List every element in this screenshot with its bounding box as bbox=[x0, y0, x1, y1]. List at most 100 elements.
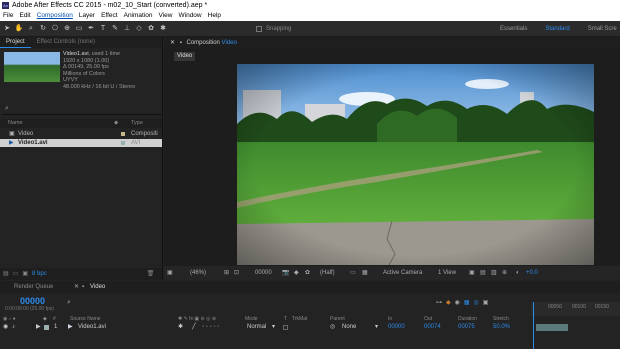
channel-icon[interactable]: ✿ bbox=[305, 266, 310, 280]
close-icon[interactable]: ✕ bbox=[74, 281, 79, 293]
menu-edit[interactable]: Edit bbox=[19, 11, 30, 21]
new-folder-icon[interactable]: ▭ bbox=[13, 268, 19, 280]
3d-view-dropdown[interactable]: Active Camera bbox=[383, 266, 422, 280]
audio-icon[interactable]: ♪ bbox=[12, 323, 15, 332]
layer-source-name[interactable]: Video1.avi bbox=[78, 323, 106, 332]
grid-icon[interactable]: ⊞ bbox=[224, 266, 229, 280]
timeline-current-time[interactable]: 00000 bbox=[20, 296, 45, 306]
column-in[interactable]: In bbox=[388, 315, 392, 323]
parent-pickwhip-icon[interactable]: ◎ bbox=[330, 323, 335, 332]
snapshot-icon[interactable]: 📷 bbox=[282, 266, 289, 280]
zoom-tool-icon[interactable]: ⌕ bbox=[26, 24, 36, 34]
hide-shy-layers-icon[interactable]: ◉ bbox=[455, 299, 460, 306]
video-visibility-icon[interactable]: ◉ bbox=[3, 323, 8, 332]
view-layout-dropdown[interactable]: 1 View bbox=[438, 266, 456, 280]
resolution-dropdown[interactable]: (Half) bbox=[320, 266, 335, 280]
composition-tab[interactable]: ✕ ▪ Composition Video bbox=[164, 37, 620, 49]
layer-switch-collapse-icon[interactable]: ✱ bbox=[178, 323, 183, 332]
camera-tool-icon[interactable]: ⎔ bbox=[50, 24, 60, 34]
comp-subtab-video[interactable]: Video bbox=[174, 52, 196, 61]
show-snapshot-icon[interactable]: ◆ bbox=[294, 266, 299, 280]
project-item-video-comp[interactable]: ▣ Video Compositi bbox=[0, 130, 162, 138]
layer-switch-boxes[interactable]: ▪ ▪ ▪ ▪ ▪ bbox=[202, 323, 219, 332]
snapping-checkbox[interactable] bbox=[256, 26, 262, 32]
layer-out-point[interactable]: 00074 bbox=[424, 323, 441, 332]
toggle-pixel-aspect-icon[interactable]: ▣ bbox=[469, 266, 475, 280]
rectangle-tool-icon[interactable]: ▭ bbox=[74, 24, 84, 34]
column-stretch[interactable]: Stretch bbox=[493, 315, 509, 323]
roto-brush-tool-icon[interactable]: ✿ bbox=[146, 24, 156, 34]
interpret-footage-icon[interactable]: ▤ bbox=[3, 268, 9, 280]
eraser-tool-icon[interactable]: ◇ bbox=[134, 24, 144, 34]
layer-switch-quality-icon[interactable]: ╱ bbox=[192, 323, 196, 332]
menu-window[interactable]: Window bbox=[179, 11, 202, 21]
frame-blending-icon[interactable]: ▦ bbox=[464, 299, 470, 306]
workspace-standard[interactable]: Standard bbox=[545, 21, 569, 37]
timeline-icon[interactable]: ▥ bbox=[491, 266, 497, 280]
tab-effect-controls[interactable]: Effect Controls (none) bbox=[31, 37, 101, 48]
comp-flowchart-icon[interactable]: ⊕ bbox=[502, 266, 507, 280]
column-parent[interactable]: Parent bbox=[330, 315, 345, 323]
tab-render-queue[interactable]: Render Queue bbox=[14, 281, 53, 293]
graph-editor-icon[interactable]: ▣ bbox=[483, 299, 489, 306]
project-search-input[interactable]: ⌕ bbox=[2, 105, 161, 115]
menu-animation[interactable]: Animation bbox=[124, 11, 153, 21]
bit-depth-button[interactable]: 8 bpc bbox=[32, 268, 47, 280]
menu-effect[interactable]: Effect bbox=[101, 11, 118, 21]
draft-3d-icon[interactable]: ◆ bbox=[446, 299, 451, 306]
selection-tool-icon[interactable]: ➤ bbox=[2, 24, 12, 34]
workspace-small-screen[interactable]: Small Scre bbox=[588, 21, 617, 37]
preserve-transparency-checkbox[interactable] bbox=[283, 325, 288, 330]
layer-duration-bar[interactable] bbox=[536, 324, 568, 331]
current-time-field[interactable]: 00000 bbox=[255, 266, 272, 280]
column-source-name[interactable]: Source Name bbox=[70, 315, 101, 323]
menu-help[interactable]: Help bbox=[208, 11, 221, 21]
composition-viewer[interactable] bbox=[237, 64, 594, 265]
snapping-toggle[interactable]: Snapping bbox=[256, 24, 291, 34]
always-preview-icon[interactable]: ▣ bbox=[167, 266, 173, 280]
magnification-dropdown[interactable]: (46%) bbox=[190, 266, 206, 280]
layer-in-point[interactable]: 00000 bbox=[388, 323, 405, 332]
region-of-interest-icon[interactable]: ▭ bbox=[350, 266, 356, 280]
menu-layer[interactable]: Layer bbox=[79, 11, 95, 21]
time-ruler[interactable]: 00050 00100 00150 bbox=[531, 302, 620, 316]
layer-parent-dropdown[interactable]: None bbox=[342, 323, 356, 332]
expand-layer-icon[interactable]: ▶ bbox=[36, 323, 41, 332]
column-name[interactable]: Name bbox=[8, 119, 23, 128]
safe-zones-icon[interactable]: ⊡ bbox=[234, 266, 239, 280]
tab-project[interactable]: Project bbox=[0, 37, 31, 48]
exposure-value[interactable]: +0.0 bbox=[526, 266, 538, 280]
comp-mini-flowchart-icon[interactable]: ⊶ bbox=[436, 299, 442, 306]
transparency-grid-icon[interactable]: ▦ bbox=[362, 266, 368, 280]
menu-view[interactable]: View bbox=[159, 11, 173, 21]
column-type[interactable]: Type bbox=[131, 119, 143, 128]
menu-composition[interactable]: Composition bbox=[37, 11, 73, 21]
brush-tool-icon[interactable]: ✎ bbox=[110, 24, 120, 34]
column-trkmat[interactable]: TrkMat bbox=[292, 315, 307, 323]
project-item-video1-avi[interactable]: ▶ Video1.avi AVI bbox=[0, 139, 162, 147]
exposure-icon[interactable]: ◐ bbox=[516, 266, 520, 280]
layer-stretch[interactable]: 50.0% bbox=[493, 323, 510, 332]
menu-file[interactable]: File bbox=[3, 11, 13, 21]
layer-mode-dropdown[interactable]: Normal bbox=[247, 323, 266, 332]
close-icon[interactable]: ✕ bbox=[170, 40, 175, 46]
current-time-indicator[interactable] bbox=[533, 302, 534, 349]
column-mode[interactable]: Mode bbox=[245, 315, 258, 323]
column-t[interactable]: T bbox=[284, 315, 287, 323]
layer-duration[interactable]: 00075 bbox=[458, 323, 475, 332]
trash-icon[interactable]: 🗑 bbox=[147, 268, 155, 280]
lock-icon[interactable]: ▪ bbox=[180, 40, 182, 46]
rotation-tool-icon[interactable]: ↻ bbox=[38, 24, 48, 34]
hand-tool-icon[interactable]: ✋ bbox=[14, 24, 24, 34]
workspace-essentials[interactable]: Essentials bbox=[500, 21, 527, 37]
column-duration[interactable]: Duration bbox=[458, 315, 477, 323]
type-tool-icon[interactable]: T bbox=[98, 24, 108, 34]
column-out[interactable]: Out bbox=[424, 315, 432, 323]
motion-blur-icon[interactable]: ◎ bbox=[474, 299, 479, 306]
pan-behind-tool-icon[interactable]: ⊕ bbox=[62, 24, 72, 34]
timeline-layer-row[interactable]: ◉ ♪ ▶ 1 ▶ Video1.avi ✱ ╱ ▪ ▪ ▪ ▪ ▪ Norma… bbox=[0, 323, 528, 332]
tab-video[interactable]: Video bbox=[90, 281, 105, 293]
puppet-pin-tool-icon[interactable]: ✱ bbox=[158, 24, 168, 34]
clone-stamp-tool-icon[interactable]: ⊥ bbox=[122, 24, 132, 34]
timeline-search-icon[interactable]: ⌕ bbox=[67, 299, 71, 307]
